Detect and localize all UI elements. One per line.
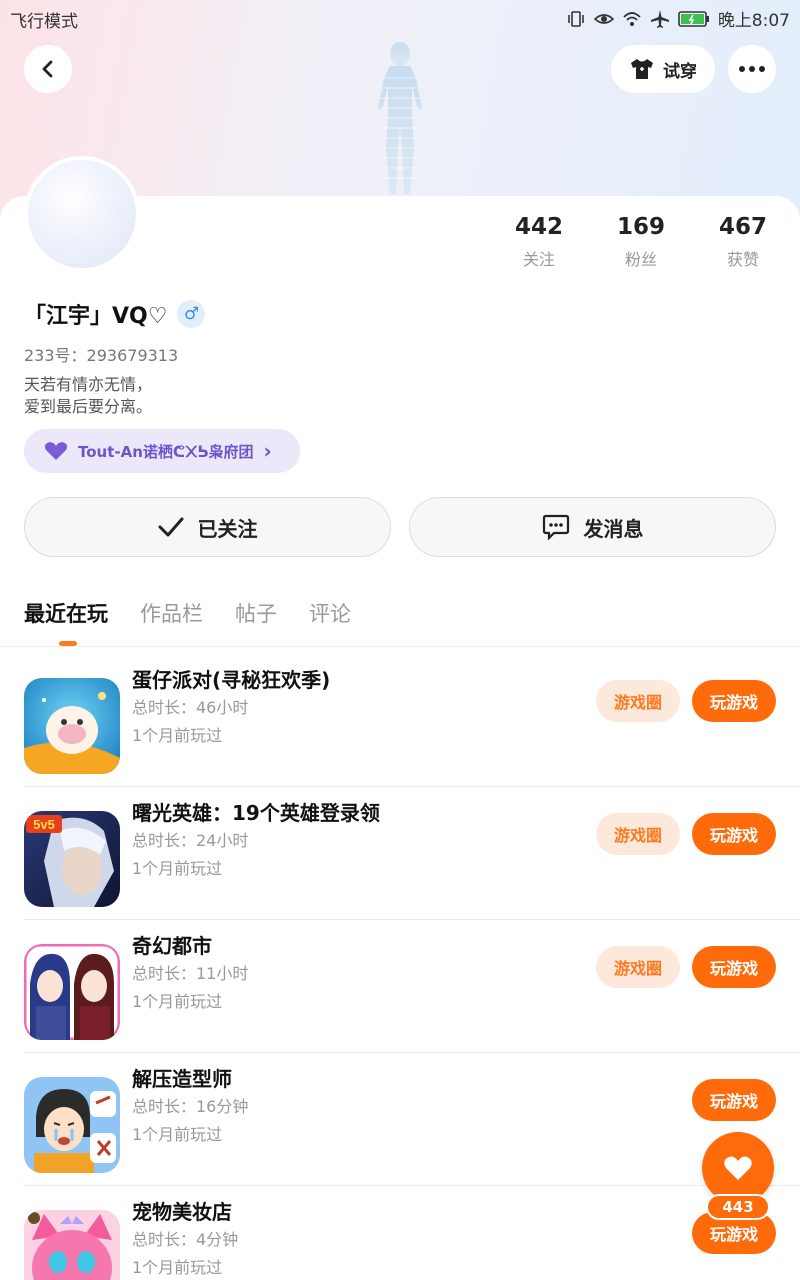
username-text: 「江宇」VQ♡: [24, 304, 168, 329]
game-duration: 总时长：16分钟: [132, 1097, 249, 1116]
followed-button[interactable]: 已关注: [24, 497, 391, 557]
game-duration: 总时长：11小时: [132, 964, 249, 983]
game-duration: 总时长：4分钟: [132, 1230, 239, 1249]
tshirt-icon: [631, 59, 653, 79]
heart-icon: [724, 1156, 752, 1180]
list-item[interactable]: 奇幻都市 总时长：11小时 1个月前玩过 游戏圈 玩游戏: [24, 920, 800, 1053]
guild-chip[interactable]: Tout-An诺栖ᕦ᙭ᕊ枭府团 ›: [24, 429, 300, 473]
game-icon-dawn-heroes: 5v5: [24, 811, 120, 907]
stat-likes-label: 获赞: [726, 250, 759, 269]
tab-comments[interactable]: 评论: [309, 598, 351, 628]
purple-heart-icon: [44, 442, 68, 460]
tab-works[interactable]: 作品栏: [140, 598, 203, 628]
game-duration: 总时长：24小时: [132, 831, 249, 850]
chat-bubble-icon: [542, 514, 569, 540]
profile-tabs: 最近在玩 作品栏 帖子 评论: [24, 598, 351, 628]
battery-icon: [678, 10, 709, 27]
game-circle-button[interactable]: 游戏圈: [596, 813, 680, 855]
avatar-figure-silhouette: [378, 42, 422, 194]
vibrate-icon: [568, 10, 584, 27]
game-icon-eggy-party: [24, 678, 120, 774]
play-game-button[interactable]: 玩游戏: [692, 946, 776, 988]
stat-likes-value: 467: [718, 214, 767, 240]
user-id: 233号：293679313: [24, 346, 179, 365]
game-last-played: 1个月前玩过: [132, 859, 223, 878]
stat-following-value: 442: [514, 214, 563, 240]
game-last-played: 1个月前玩过: [132, 726, 223, 745]
checkmark-icon: [158, 517, 183, 537]
profile-stats: 442 关注 169 粉丝 467 获赞: [488, 214, 794, 270]
eye-icon: [593, 13, 614, 24]
stat-likes[interactable]: 467 获赞: [692, 214, 794, 270]
game-icon-fantasy-city: [24, 944, 120, 1040]
game-last-played: 1个月前玩过: [132, 1258, 223, 1277]
airplane-mode-text: 飞行模式: [10, 12, 78, 32]
game-icon-stress-stylist: [24, 1077, 120, 1173]
more-dots-icon: [739, 66, 765, 72]
guild-label: Tout-An诺栖ᕦ᙭ᕊ枭府团: [78, 442, 254, 461]
game-name: 宠物美妆店: [132, 1200, 232, 1224]
tab-posts[interactable]: 帖子: [235, 598, 277, 628]
list-item[interactable]: 5v5 曙光英雄：19个英雄登录领 总时长：24小时 1个月前玩过 游戏圈 玩游…: [24, 787, 800, 920]
status-bar: 飞行模式 晚上8:07: [0, 0, 800, 36]
more-button[interactable]: [728, 45, 776, 93]
list-item[interactable]: 蛋仔派对(寻秘狂欢季) 总时长：46小时 1个月前玩过 游戏圈 玩游戏: [24, 654, 800, 787]
game-name: 曙光英雄：19个英雄登录领: [132, 801, 380, 825]
list-item[interactable]: 宠物美妆店 总时长：4分钟 1个月前玩过 玩游戏: [24, 1186, 800, 1280]
stat-following-label: 关注: [522, 250, 555, 269]
username: 「江宇」VQ♡ ♂: [24, 298, 206, 330]
game-circle-button[interactable]: 游戏圈: [596, 946, 680, 988]
back-arrow-icon: [42, 60, 53, 78]
play-game-button[interactable]: 玩游戏: [692, 680, 776, 722]
try-on-button[interactable]: 试穿: [611, 45, 715, 93]
send-message-button[interactable]: 发消息: [409, 497, 776, 557]
back-button[interactable]: [24, 45, 72, 93]
game-name: 奇幻都市: [132, 934, 212, 958]
airplane-icon: [650, 9, 669, 28]
stat-fans-label: 粉丝: [624, 250, 657, 269]
status-time: 晚上8:07: [717, 11, 790, 31]
stat-fans-value: 169: [616, 214, 665, 240]
game-icon-pet-salon: [24, 1210, 120, 1280]
stat-following[interactable]: 442 关注: [488, 214, 590, 270]
game-duration: 总时长：46小时: [132, 698, 249, 717]
game-name: 蛋仔派对(寻秘狂欢季): [132, 668, 331, 692]
tab-divider: [0, 646, 800, 647]
game-last-played: 1个月前玩过: [132, 1125, 223, 1144]
avatar[interactable]: [24, 156, 140, 272]
wifi-icon: [623, 11, 641, 26]
game-name: 解压造型师: [132, 1067, 232, 1091]
play-game-button[interactable]: 玩游戏: [692, 1079, 776, 1121]
game-badge-5v5: 5v5: [33, 817, 55, 832]
try-on-label: 试穿: [663, 61, 697, 82]
user-bio: 天若有情亦无情， 爱到最后要分离。: [24, 375, 153, 416]
tab-recently-played[interactable]: 最近在玩: [24, 598, 108, 628]
chevron-right-icon: ›: [263, 439, 272, 463]
followed-label: 已关注: [197, 516, 258, 541]
play-game-button[interactable]: 玩游戏: [692, 813, 776, 855]
game-circle-button[interactable]: 游戏圈: [596, 680, 680, 722]
stat-fans[interactable]: 169 粉丝: [590, 214, 692, 270]
send-message-label: 发消息: [583, 516, 644, 541]
list-item[interactable]: 解压造型师 总时长：16分钟 1个月前玩过 玩游戏: [24, 1053, 800, 1186]
male-gender-icon: ♂: [177, 300, 206, 328]
like-count-badge: 443: [706, 1194, 770, 1220]
game-last-played: 1个月前玩过: [132, 992, 223, 1011]
